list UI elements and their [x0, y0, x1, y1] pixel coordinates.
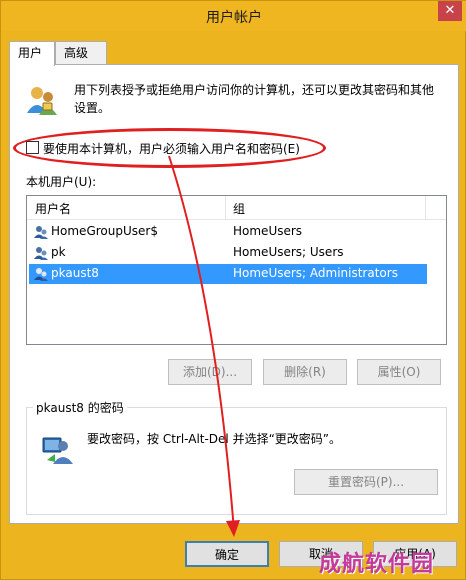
- annotation-arrow: [168, 155, 240, 537]
- user-accounts-window: 用户帐户 ✕ 用户 高级 用下列表授予或拒绝用户访问你的计算机，还可以更改其密码…: [0, 0, 466, 580]
- watermark-text: 成航软件园: [319, 552, 435, 577]
- tab-users[interactable]: 用户: [9, 41, 55, 66]
